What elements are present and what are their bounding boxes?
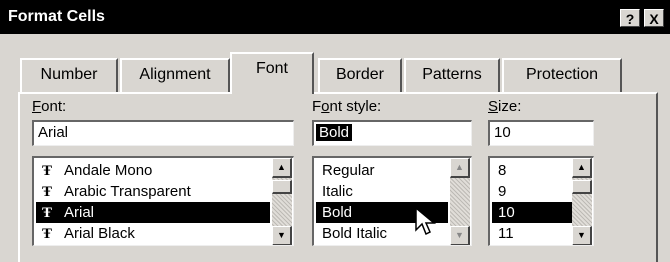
size-input[interactable]: 10 [488,120,594,146]
arrow-up-icon[interactable]: ▲ [272,158,292,178]
size-list-item-selected[interactable]: 10 [492,202,572,223]
arrow-down-icon[interactable]: ▼ [272,226,292,245]
font-label: Font: [32,98,67,115]
font-style-list-item[interactable]: Regular [316,160,448,181]
font-style-input[interactable]: Bold [312,120,472,146]
font-style-list-scrollbar[interactable]: ▲ ▼ [450,158,470,245]
tab-protection[interactable]: Protection [502,58,622,92]
tab-border[interactable]: Border [318,58,402,92]
font-list-item[interactable]: Ŧ Andale Mono [36,160,270,181]
size-list-item[interactable]: 11 [492,223,572,244]
size-label: Size: [488,98,522,115]
font-style-list-item[interactable]: Italic [316,181,448,202]
font-input-value: Arial [38,124,69,141]
font-list-item[interactable]: Ŧ Arabic Transparent [36,181,270,202]
truetype-icon: Ŧ [42,205,53,221]
truetype-icon: Ŧ [42,184,53,200]
tab-patterns[interactable]: Patterns [404,58,500,92]
font-list-scrollbar[interactable]: ▲ ▼ [272,158,292,245]
arrow-down-icon[interactable]: ▼ [450,226,470,245]
help-button[interactable]: ? [620,9,640,27]
font-style-list[interactable]: Regular Italic Bold Bold Italic ▲ ▼ [312,156,472,246]
mouse-pointer-icon [415,206,437,236]
font-input[interactable]: Arial [32,120,294,146]
scroll-thumb[interactable] [272,180,292,194]
size-list-item[interactable]: 9 [492,181,572,202]
truetype-icon: Ŧ [42,226,53,242]
font-style-label: Font style: [312,98,382,115]
arrow-up-icon[interactable]: ▲ [450,158,470,178]
size-list[interactable]: 8 9 10 11 ▲ ▼ [488,156,594,246]
font-list[interactable]: Ŧ Andale Mono Ŧ Arabic Transparent Ŧ Arial … [32,156,294,246]
title-bar: Format Cells ? X [0,0,670,34]
font-list-item[interactable]: Ŧ Arial Black [36,223,270,244]
tab-font[interactable]: Font [230,52,314,94]
size-input-value: 10 [494,124,511,141]
arrow-down-icon[interactable]: ▼ [572,226,592,245]
tab-number[interactable]: Number [20,58,118,92]
tab-alignment[interactable]: Alignment [120,58,230,92]
truetype-icon: Ŧ [42,163,53,179]
window-title: Format Cells [8,8,105,25]
close-button[interactable]: X [644,9,664,27]
arrow-up-icon[interactable]: ▲ [572,158,592,178]
scroll-thumb[interactable] [572,180,592,194]
size-list-item[interactable]: 8 [492,160,572,181]
size-list-scrollbar[interactable]: ▲ ▼ [572,158,592,245]
font-list-item-selected[interactable]: Ŧ Arial [36,202,270,223]
font-style-input-value: Bold [316,124,353,141]
